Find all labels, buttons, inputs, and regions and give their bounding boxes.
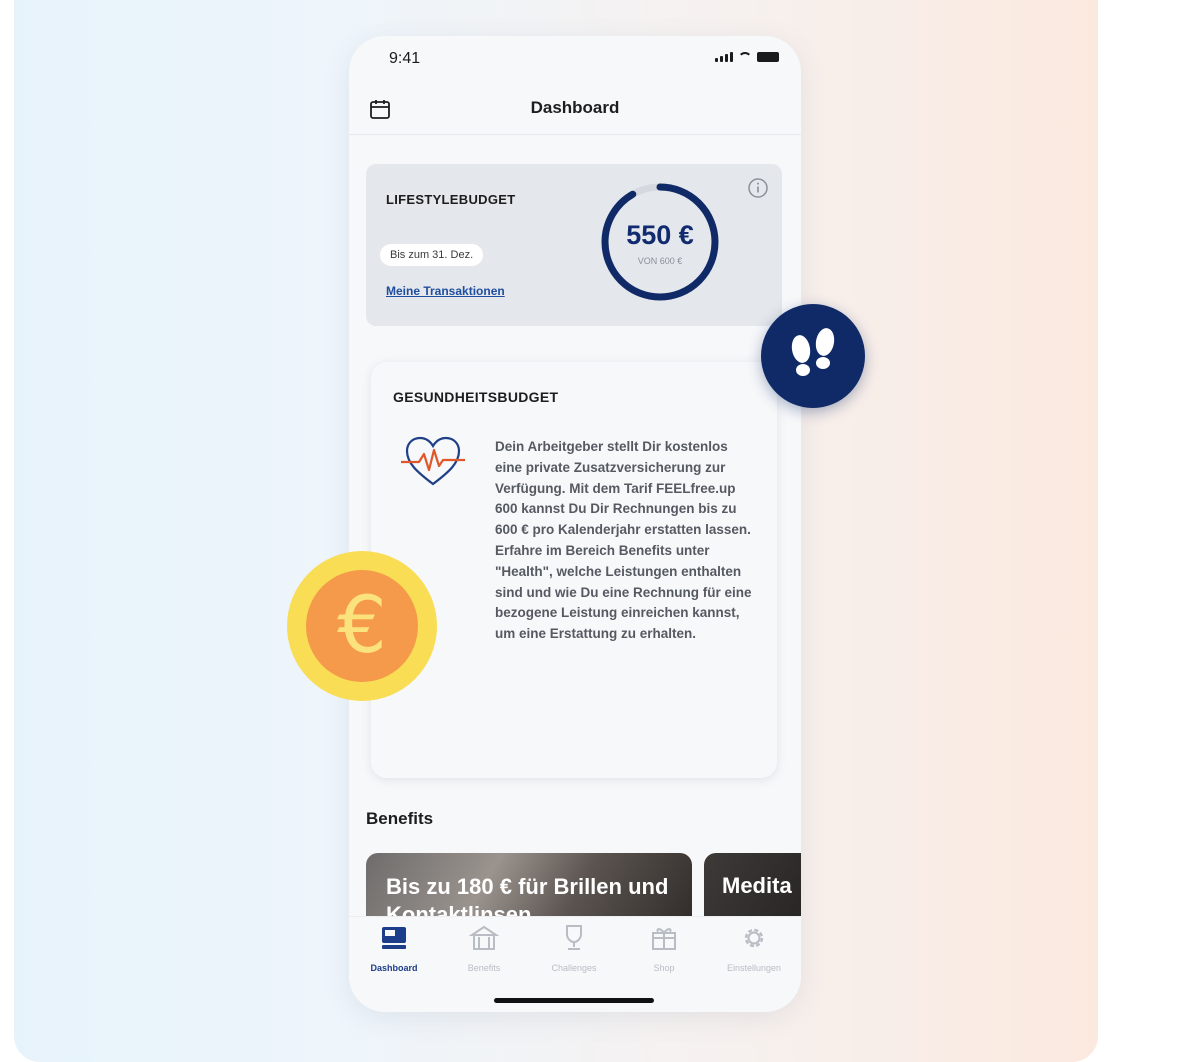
health-budget-card[interactable]: GESUNDHEITSBUDGET Dein Arbeitgeber stell… [371, 362, 777, 778]
period-pill: Bis zum 31. Dez. [380, 244, 484, 266]
lifestyle-budget-card[interactable]: LIFESTYLEBUDGET Bis zum 31. Dez. Meine T… [366, 164, 782, 326]
tab-challenges[interactable]: Challenges [529, 923, 619, 973]
trophy-icon [566, 925, 582, 950]
benefits-icon [469, 925, 499, 950]
budget-amount: 550 € [626, 220, 694, 250]
lifestyle-budget-title: LIFESTYLEBUDGET [386, 192, 516, 207]
header-divider [349, 134, 801, 135]
transactions-link[interactable]: Meine Transaktionen [386, 284, 505, 298]
health-budget-description: Dein Arbeitgeber stellt Dir kostenlos ei… [495, 439, 752, 642]
tab-shop[interactable]: Shop [619, 923, 709, 973]
status-icons [715, 52, 779, 62]
status-time: 9:41 [389, 50, 421, 67]
gift-icon [652, 928, 676, 950]
page-title: Dashboard [530, 98, 620, 117]
tab-benefits[interactable]: Benefits [439, 923, 529, 973]
info-icon[interactable] [747, 177, 769, 199]
heart-pulse-icon [401, 436, 465, 486]
battery-icon [757, 52, 779, 62]
tab-label: Benefits [467, 963, 501, 973]
tab-label: Shop [653, 963, 675, 973]
phone-screen: 9:41 Dashboard LIFESTYLEBUDGET Bis zum 3… [349, 36, 801, 1012]
benefit-card-label: Medita [722, 873, 792, 898]
tab-settings[interactable]: Einstellungen [709, 923, 799, 973]
home-indicator [494, 998, 654, 1003]
wifi-icon [738, 52, 752, 62]
tab-label: Challenges [551, 963, 597, 973]
signal-icon [715, 52, 733, 62]
gear-icon [744, 928, 764, 948]
euro-coin-icon: € [337, 581, 387, 671]
benefits-heading: Benefits [366, 809, 434, 828]
tab-dashboard[interactable]: Dashboard [349, 923, 439, 973]
dashboard-icon [382, 927, 406, 949]
budget-total: VON 600 € [637, 256, 683, 266]
health-budget-title: GESUNDHEITSBUDGET [393, 389, 559, 405]
footprints-badge [761, 304, 865, 408]
tab-label: Dashboard [370, 963, 418, 973]
footprints-icon [791, 328, 835, 376]
tab-label: Einstellungen [726, 963, 782, 973]
